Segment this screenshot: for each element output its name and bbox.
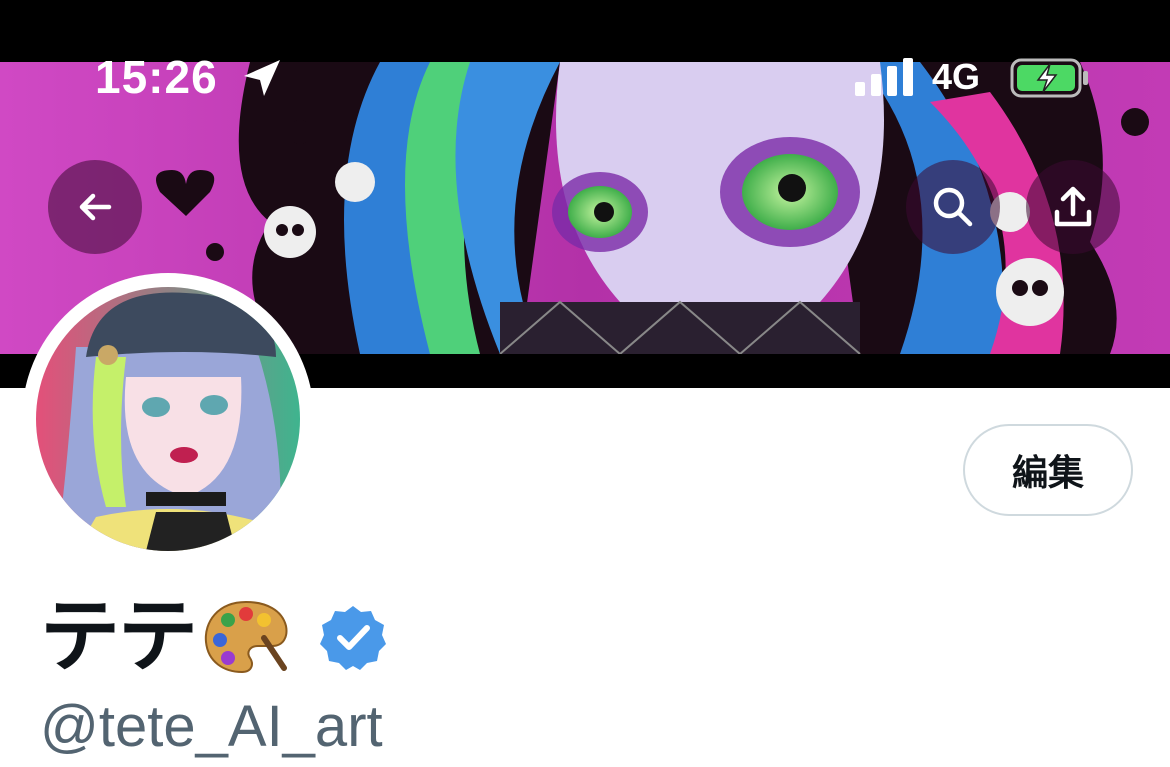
cellular-signal-icon [855,58,913,96]
network-type: 4G [932,56,981,97]
verified-check-icon [320,606,386,670]
location-arrow-icon [244,60,280,96]
search-button[interactable] [906,160,1000,254]
profile-avatar[interactable] [22,273,314,565]
edit-profile-button[interactable]: 編集 [963,424,1133,516]
display-name: テテ [40,592,198,681]
user-handle: @tete_AI_art [40,694,383,759]
search-icon [933,187,973,227]
back-button[interactable] [48,160,142,254]
profile-name-row: テテ [40,592,386,682]
back-arrow-icon [79,193,112,221]
status-time: 15:26 [95,51,218,103]
artist-palette-icon [204,600,288,674]
avatar-image [36,287,300,551]
share-icon [1054,186,1092,227]
battery-charging-icon [1010,58,1088,98]
share-button[interactable] [1026,160,1120,254]
